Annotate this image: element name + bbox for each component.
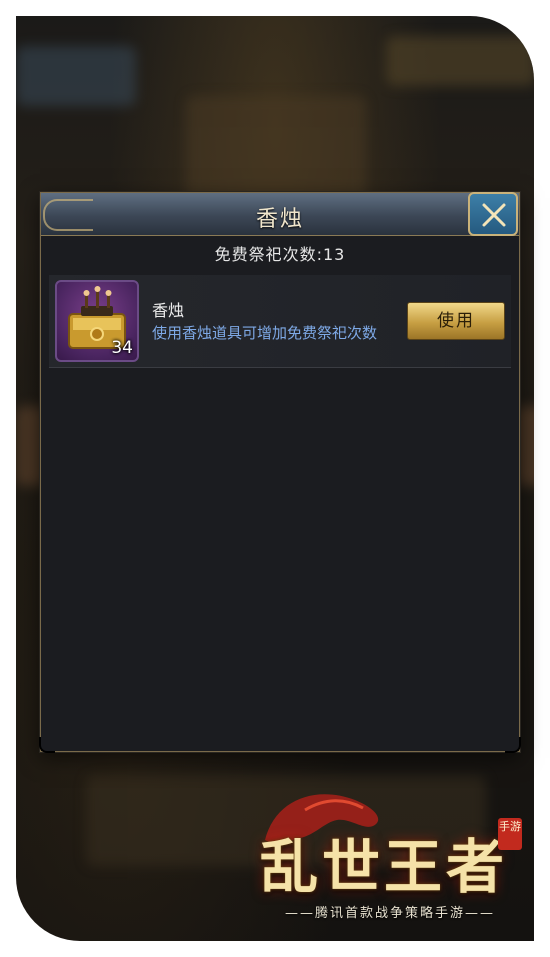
item-row: 34 香烛 使用香烛道具可增加免费祭祀次数 使用 <box>49 275 511 368</box>
item-quantity: 34 <box>111 338 133 358</box>
item-description: 使用香烛道具可增加免费祭祀次数 <box>152 324 378 342</box>
background-blur <box>186 96 366 206</box>
logo-badge: 手游 <box>498 818 522 850</box>
item-name: 香烛 <box>152 301 185 320</box>
background-blur <box>16 46 136 106</box>
dialog-title-bar: 香烛 <box>41 192 519 236</box>
close-button[interactable] <box>468 192 518 236</box>
corner-ornament <box>39 737 55 753</box>
corner-ornament <box>505 737 521 753</box>
incense-dialog: 香烛 免费祭祀次数:13 34 香烛 使用香烛道具可增加免费祭祀次数 使用 <box>39 192 521 753</box>
dialog-title: 香烛 <box>255 207 304 232</box>
game-logo: 乱世王者 手游 ——腾讯首款战争策略手游—— <box>245 780 525 930</box>
use-button[interactable]: 使用 <box>407 302 505 340</box>
logo-subtitle: ——腾讯首款战争策略手游—— <box>285 906 496 921</box>
logo-title: 乱世王者 <box>260 833 509 901</box>
background-blur <box>386 36 534 86</box>
close-icon <box>482 203 506 227</box>
free-sacrifice-count: 免费祭祀次数:13 <box>214 245 346 264</box>
item-slot[interactable]: 34 <box>55 280 139 362</box>
